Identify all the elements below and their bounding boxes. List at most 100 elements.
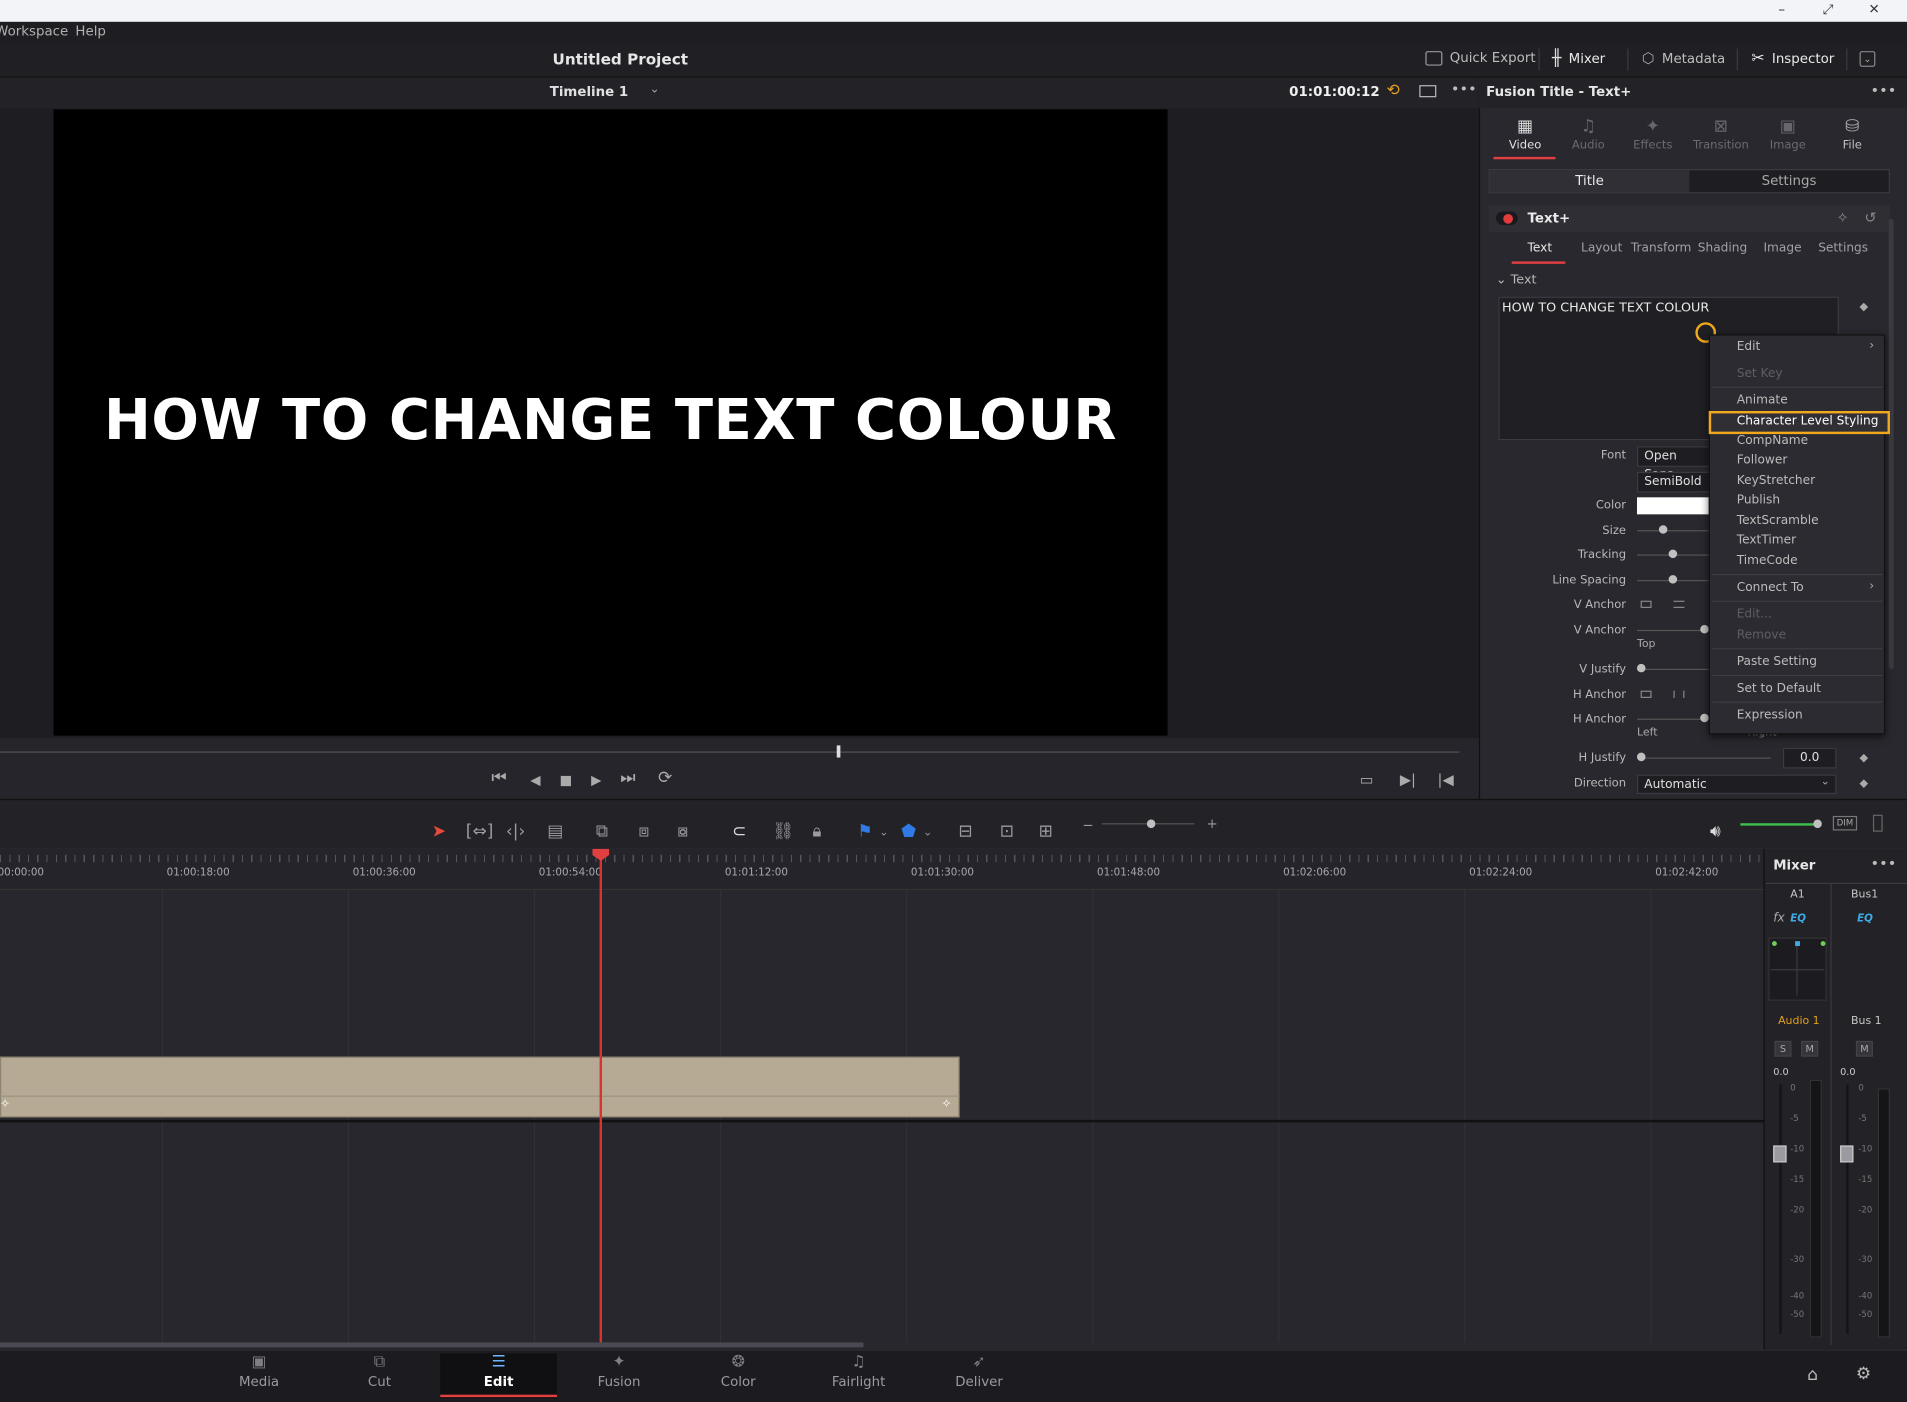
fader-handle-a1[interactable] (1773, 1145, 1787, 1163)
page-edit[interactable]: ☰ Edit (440, 1353, 558, 1399)
dim-button[interactable]: DIM (1832, 815, 1858, 831)
stop-icon[interactable]: ■ (559, 772, 572, 788)
play-icon[interactable]: ▶ (591, 772, 601, 788)
zoom-detail-icon[interactable]: ⊡ (1000, 822, 1014, 841)
v-anchor-slider[interactable] (1636, 629, 1710, 632)
more-options-icon[interactable]: ••• (1451, 80, 1477, 97)
v-anchor-slider-handle[interactable] (1700, 625, 1709, 634)
color-swatch[interactable] (1636, 497, 1710, 515)
panner-dot[interactable] (1795, 941, 1800, 947)
lock-icon[interactable]: 🔒︎ (812, 822, 821, 841)
subtab-transform[interactable]: Transform (1631, 242, 1692, 255)
dynamic-trim-icon[interactable]: ‹|› (506, 822, 525, 841)
inspector-scrollbar[interactable] (1888, 218, 1894, 669)
menu-item-keystretcher[interactable]: KeyStretcher (1737, 474, 1815, 487)
expand-icon[interactable]: ⌄ (1859, 51, 1876, 67)
anchor-left-icon[interactable] (1640, 690, 1652, 698)
subtab-settings[interactable]: Settings (1818, 242, 1868, 255)
menu-item-animate[interactable]: Animate (1737, 394, 1788, 407)
trim-tool-icon[interactable]: [⇔] (466, 822, 494, 841)
mute-button-a1[interactable]: M (1801, 1040, 1819, 1057)
volume-slider-handle[interactable] (1813, 819, 1822, 829)
zoom-full-icon[interactable]: ⊟ (958, 822, 972, 841)
subtab-layout[interactable]: Layout (1581, 242, 1622, 255)
font-family-select[interactable]: Open Sans (1636, 446, 1710, 482)
overwrite-clip-icon[interactable]: ⧈ (638, 822, 649, 841)
selection-tool-icon[interactable]: ➤ (432, 822, 446, 841)
gear-icon[interactable]: ⚙ (1856, 1364, 1871, 1383)
quick-export-button[interactable]: Quick Export (1425, 50, 1536, 66)
zoom-slider-handle[interactable] (1146, 819, 1156, 829)
fx-label[interactable]: fx (1773, 912, 1784, 925)
menu-item-publish[interactable]: Publish (1737, 494, 1780, 507)
segment-title[interactable]: Title (1489, 170, 1690, 193)
chevron-down-icon[interactable]: ⌄ (879, 827, 888, 839)
subtab-image[interactable]: Image (1763, 242, 1801, 255)
page-fairlight[interactable]: ♫ Fairlight (800, 1353, 917, 1398)
mute-button-bus1[interactable]: M (1855, 1040, 1873, 1057)
timeline-name[interactable]: Timeline 1 (550, 84, 628, 100)
page-deliver[interactable]: ➶ Deliver (921, 1353, 1038, 1398)
magic-wand-icon[interactable]: ✧ (1836, 209, 1848, 226)
fusion-title-clip[interactable] (0, 1056, 960, 1118)
font-style-select[interactable]: SemiBold (1636, 471, 1710, 493)
menu-item-timecode[interactable]: TimeCode (1737, 554, 1798, 567)
tab-video[interactable]: ▦ Video (1491, 117, 1559, 152)
anchor-top-icon[interactable] (1640, 600, 1652, 608)
v-justify-slider-handle[interactable] (1636, 663, 1646, 673)
metadata-button[interactable]: ⬡ Metadata (1642, 50, 1725, 67)
subtab-text[interactable]: Text (1528, 242, 1553, 255)
playhead[interactable] (599, 851, 603, 1343)
reset-icon[interactable]: ↺ (1864, 209, 1876, 226)
close-button[interactable]: ✕ (1856, 0, 1892, 22)
tracking-slider-handle[interactable] (1668, 549, 1678, 559)
mixer-button[interactable]: ╫ Mixer (1552, 50, 1605, 68)
menu-help[interactable]: Help (75, 23, 105, 39)
chevron-down-icon[interactable]: ⌄ (649, 83, 659, 96)
h-justify-slider[interactable] (1636, 757, 1771, 759)
home-icon[interactable]: ⌂ (1807, 1366, 1818, 1385)
inspector-button[interactable]: ✂ Inspector (1751, 50, 1834, 68)
menu-item-texttimer[interactable]: TextTimer (1737, 534, 1796, 547)
subtab-shading[interactable]: Shading (1698, 242, 1747, 255)
reverse-play-icon[interactable]: ◀ (530, 772, 540, 788)
minimize-button[interactable]: – (1763, 0, 1799, 22)
prev-edit-icon[interactable]: |◀ (1438, 771, 1454, 788)
eq-label-bus1[interactable]: EQ (1857, 913, 1873, 925)
menu-workspace[interactable]: Workspace (0, 23, 68, 39)
snapping-icon[interactable]: ⊂ (732, 822, 746, 841)
h-anchor-slider[interactable] (1636, 718, 1710, 720)
size-slider[interactable] (1636, 530, 1710, 532)
text-section-header[interactable]: ⌄ Text (1496, 272, 1537, 287)
page-media[interactable]: ▣ Media (201, 1353, 318, 1398)
scrub-handle[interactable] (836, 745, 841, 758)
size-slider-handle[interactable] (1658, 525, 1668, 534)
h-justify-input[interactable]: 0.0 (1782, 747, 1837, 769)
chevron-down-icon[interactable]: ⌄ (923, 827, 932, 839)
fader-track-a1[interactable] (1779, 1084, 1782, 1334)
fader-track-bus1[interactable] (1846, 1084, 1849, 1334)
menu-item-edit[interactable]: Edit (1737, 340, 1761, 353)
h-justify-slider-handle[interactable] (1636, 752, 1646, 762)
page-cut[interactable]: ⧉ Cut (321, 1353, 438, 1398)
next-edit-icon[interactable]: ▶| (1400, 771, 1416, 788)
anchor-middle-icon[interactable] (1673, 600, 1685, 608)
menu-item-compname[interactable]: CompName (1737, 434, 1808, 447)
skip-start-icon[interactable]: ⏮ (491, 768, 506, 787)
flag-icon[interactable]: ⚑ (857, 822, 872, 841)
tab-file[interactable]: ⛁ File (1818, 117, 1886, 152)
page-fusion[interactable]: ✦ Fusion (561, 1353, 678, 1398)
menu-item-follower[interactable]: Follower (1737, 454, 1788, 467)
line-spacing-slider-handle[interactable] (1668, 575, 1678, 584)
anchor-center-icon[interactable] (1673, 690, 1685, 698)
volume-slider[interactable] (1740, 823, 1819, 826)
menu-item-character-level-styling[interactable]: Character Level Styling (1737, 415, 1879, 428)
timeline-scrollbar[interactable] (0, 1342, 864, 1348)
link-icon[interactable]: ⛓ (772, 822, 794, 841)
segment-settings[interactable]: Settings (1689, 170, 1888, 192)
zoom-in-icon[interactable]: + (1206, 816, 1217, 832)
menu-item-set-to-default[interactable]: Set to Default (1737, 682, 1821, 695)
menu-item-textscramble[interactable]: TextScramble (1737, 514, 1819, 527)
tab-transition[interactable]: ⊠ Transition (1687, 117, 1755, 152)
loop-icon[interactable]: ⟲ (1386, 81, 1399, 99)
